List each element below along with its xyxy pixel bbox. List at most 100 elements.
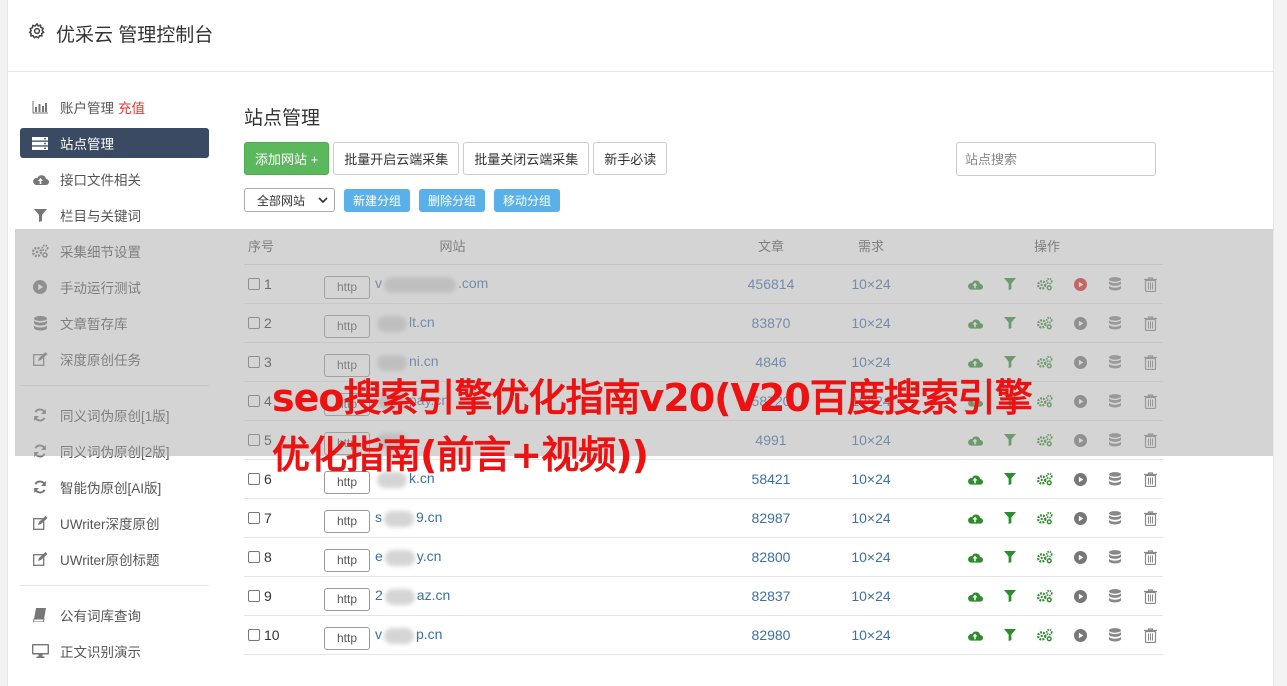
filter-icon <box>31 208 49 222</box>
app-title: 优采云 管理控制台 <box>56 25 214 46</box>
redacted-block <box>384 627 414 644</box>
site-cell: http v p.cn <box>324 621 731 650</box>
articles-cell[interactable]: 82980 <box>731 627 811 643</box>
ops-cell <box>931 588 1163 604</box>
batch-close-cloud-button[interactable]: 批量关闭云端采集 <box>463 142 590 175</box>
filter-icon[interactable] <box>1002 627 1018 643</box>
cloud-upload-icon[interactable] <box>967 510 983 526</box>
database-icon[interactable] <box>1107 510 1123 526</box>
database-icon[interactable] <box>1107 471 1123 487</box>
trash-icon[interactable] <box>1142 627 1158 643</box>
articles-cell[interactable]: 82837 <box>731 588 811 604</box>
http-badge[interactable]: http <box>324 548 370 572</box>
site-link[interactable]: v p.cn <box>375 626 443 644</box>
sidebar-item-uwriter-title[interactable]: UWriter原创标题 <box>20 544 209 574</box>
sidebar-item-sites[interactable]: 站点管理 <box>20 128 209 158</box>
gears-icon[interactable] <box>1037 588 1053 604</box>
trash-icon[interactable] <box>1142 510 1158 526</box>
guide-button[interactable]: 新手必读 <box>593 142 668 175</box>
book-icon <box>31 608 49 622</box>
sidebar-item-label: 账户管理 <box>60 101 114 116</box>
row-number: 7 <box>264 510 272 526</box>
site-link[interactable]: 2 az.cn <box>375 587 450 605</box>
new-group-button[interactable]: 新建分组 <box>344 188 411 212</box>
trash-icon[interactable] <box>1142 549 1158 565</box>
sidebar-item-label: 接口文件相关 <box>60 173 141 188</box>
demand-cell[interactable]: 10×24 <box>811 510 931 526</box>
articles-cell[interactable]: 82987 <box>731 510 811 526</box>
row-number: 8 <box>264 549 272 565</box>
row-checkbox[interactable] <box>248 551 260 563</box>
add-site-button[interactable]: 添加网站 + <box>244 142 330 175</box>
table-row: 10 http v p.cn 82980 10×24 <box>244 616 1163 655</box>
site-prefix: s <box>375 509 382 526</box>
trash-icon[interactable] <box>1142 588 1158 604</box>
row-no-cell: 7 <box>244 510 324 526</box>
sidebar-item-text-recognition[interactable]: 正文识别演示 <box>20 636 209 666</box>
site-link[interactable]: e y.cn <box>375 548 442 566</box>
row-checkbox[interactable] <box>248 473 260 485</box>
move-group-button[interactable]: 移动分组 <box>494 188 561 212</box>
top-bar: 优采云 管理控制台 <box>8 0 1273 72</box>
database-icon[interactable] <box>1107 588 1123 604</box>
site-suffix: y.cn <box>416 548 442 565</box>
site-link[interactable]: s 9.cn <box>375 509 442 527</box>
articles-cell[interactable]: 82800 <box>731 549 811 565</box>
cloud-upload-icon[interactable] <box>967 588 983 604</box>
site-search-input[interactable] <box>956 142 1156 176</box>
row-checkbox[interactable] <box>248 512 260 524</box>
play-icon[interactable] <box>1072 588 1088 604</box>
sidebar-item-account[interactable]: 账户管理 充值 <box>20 92 209 122</box>
filter-icon[interactable] <box>1002 588 1018 604</box>
http-badge[interactable]: http <box>324 587 370 611</box>
sidebar-item-label: UWriter深度原创 <box>60 517 160 532</box>
gears-icon[interactable] <box>1037 549 1053 565</box>
gear-icon[interactable] <box>28 22 46 43</box>
row-number: 9 <box>264 588 272 604</box>
delete-group-button[interactable]: 删除分组 <box>419 188 486 212</box>
table-row: 9 http 2 az.cn 82837 10×24 <box>244 577 1163 616</box>
site-prefix: 2 <box>375 587 383 604</box>
site-suffix: p.cn <box>416 626 443 643</box>
gears-icon[interactable] <box>1037 627 1053 643</box>
page-title: 站点管理 <box>244 108 321 129</box>
play-icon[interactable] <box>1072 471 1088 487</box>
play-icon[interactable] <box>1072 627 1088 643</box>
group-select[interactable]: 全部网站 <box>244 188 335 212</box>
http-badge[interactable]: http <box>324 626 370 650</box>
gears-icon[interactable] <box>1037 510 1053 526</box>
database-icon[interactable] <box>1107 627 1123 643</box>
filter-icon[interactable] <box>1002 549 1018 565</box>
sidebar-item-uwriter-deep[interactable]: UWriter深度原创 <box>20 508 209 538</box>
row-checkbox[interactable] <box>248 590 260 602</box>
row-checkbox[interactable] <box>248 629 260 641</box>
demand-cell[interactable]: 10×24 <box>811 627 931 643</box>
sidebar-item-label: UWriter原创标题 <box>60 553 160 568</box>
ops-cell <box>931 627 1163 643</box>
site-cell: http e y.cn <box>324 543 731 572</box>
cloud-upload-icon[interactable] <box>967 549 983 565</box>
chevron-down-icon <box>318 194 328 208</box>
gears-icon[interactable] <box>1037 471 1053 487</box>
database-icon[interactable] <box>1107 549 1123 565</box>
play-icon[interactable] <box>1072 549 1088 565</box>
watermark-text: seo搜索引擎优化指南v20(V20百度搜索引擎优化指南(前言+视频)) <box>272 376 1033 477</box>
sidebar-divider <box>20 585 209 586</box>
recharge-link[interactable]: 充值 <box>118 97 145 117</box>
trash-icon[interactable] <box>1142 471 1158 487</box>
demand-cell[interactable]: 10×24 <box>811 588 931 604</box>
play-icon[interactable] <box>1072 510 1088 526</box>
http-badge[interactable]: http <box>324 509 370 533</box>
sidebar-item-label: 栏目与关键词 <box>60 209 141 224</box>
bar-chart-icon <box>31 100 49 114</box>
sidebar-item-public-lexicon[interactable]: 公有词库查询 <box>20 600 209 630</box>
sidebar-item-ai-rewrite[interactable]: 智能伪原创[AI版] <box>20 472 209 502</box>
ops-cell <box>931 549 1163 565</box>
sidebar-item-keywords[interactable]: 栏目与关键词 <box>20 200 209 230</box>
demand-cell[interactable]: 10×24 <box>811 549 931 565</box>
sidebar-item-interface[interactable]: 接口文件相关 <box>20 164 209 194</box>
filter-icon[interactable] <box>1002 510 1018 526</box>
group-toolbar: 全部网站 新建分组 删除分组 移动分组 <box>244 188 561 212</box>
cloud-upload-icon[interactable] <box>967 627 983 643</box>
batch-open-cloud-button[interactable]: 批量开启云端采集 <box>333 142 460 175</box>
